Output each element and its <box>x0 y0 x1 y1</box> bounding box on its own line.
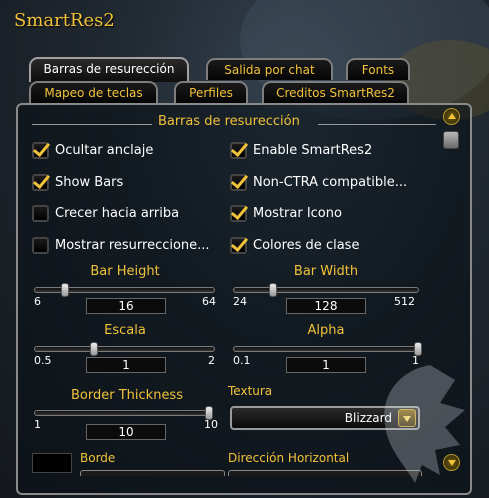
wolf-crest-icon <box>384 365 465 483</box>
slider-label-bar-width: Bar Width <box>293 264 359 279</box>
checkbox-enable-smartres2[interactable]: Enable SmartRes2 <box>230 142 372 159</box>
border-color-swatch[interactable] <box>32 453 72 473</box>
checkbox-mostrar-icono[interactable]: Mostrar Icono <box>230 205 342 222</box>
slider-thumb[interactable] <box>90 342 99 356</box>
slider-value-input[interactable]: 1 <box>286 357 366 373</box>
border-dropdown[interactable] <box>80 470 225 476</box>
checkbox-crecer-hacia-arriba[interactable]: Crecer hacia arriba <box>32 205 179 222</box>
checkbox-mostrar-resurrecciones[interactable]: Mostrar resurreccione... <box>32 237 210 254</box>
slider-min: 0.1 <box>233 354 251 367</box>
section-title: Barras de resurección <box>158 114 300 129</box>
window-title: SmartRes2 <box>14 10 115 31</box>
slider-value-input[interactable]: 1 <box>86 357 166 373</box>
scroll-up-icon[interactable] <box>443 108 460 125</box>
slider-max: 512 <box>394 295 415 308</box>
slider-bar-height[interactable] <box>34 283 215 297</box>
checkbox-non-ctra-compatible[interactable]: Non-CTRA compatible... <box>230 174 407 191</box>
checkbox-colores-de-clase[interactable]: Colores de clase <box>230 237 359 254</box>
checkbox-label: Mostrar Icono <box>253 206 342 221</box>
slider-label-border-thickness: Border Thickness <box>71 388 183 403</box>
tab-perfiles[interactable]: Perfiles <box>174 81 248 103</box>
checkbox-box[interactable] <box>230 142 247 159</box>
checkbox-label: Enable SmartRes2 <box>253 143 373 158</box>
tab-barras-de-resureccion[interactable]: Barras de resurección <box>29 57 189 82</box>
slider-value-input[interactable]: 128 <box>286 298 366 314</box>
slider-max: 64 <box>202 295 216 308</box>
slider-thumb[interactable] <box>61 283 70 297</box>
slider-min: 0.5 <box>34 354 52 367</box>
slider-value-input[interactable]: 16 <box>86 298 166 314</box>
slider-thumb[interactable] <box>268 283 277 297</box>
slider-max: 10 <box>204 418 218 431</box>
tab-creditos-smartres2[interactable]: Creditos SmartRes2 <box>262 81 409 103</box>
checkbox-box[interactable] <box>230 174 247 191</box>
scrollbar-thumb[interactable] <box>443 131 459 149</box>
checkbox-box[interactable] <box>32 142 49 159</box>
checkbox-label: Colores de clase <box>253 238 360 253</box>
checkbox-box[interactable] <box>32 205 49 222</box>
checkbox-label: Show Bars <box>55 175 124 190</box>
slider-min: 1 <box>34 418 41 431</box>
section-divider-left <box>32 124 152 125</box>
texture-label: Textura <box>228 384 273 398</box>
section-divider-right <box>318 124 436 125</box>
checkbox-label: Mostrar resurreccione... <box>55 238 210 253</box>
slider-escala[interactable] <box>34 342 215 356</box>
tab-salida-por-chat[interactable]: Salida por chat <box>206 58 333 80</box>
slider-label-alpha: Alpha <box>307 323 345 338</box>
slider-label-escala: Escala <box>104 323 146 338</box>
checkbox-box[interactable] <box>230 205 247 222</box>
slider-alpha[interactable] <box>233 342 422 356</box>
border-label: Borde <box>80 451 116 465</box>
checkbox-show-bars[interactable]: Show Bars <box>32 174 123 191</box>
slider-min: 24 <box>233 295 247 308</box>
tab-mapeo-de-teclas[interactable]: Mapeo de teclas <box>29 81 158 103</box>
slider-label-bar-height: Bar Height <box>90 264 160 279</box>
slider-max: 2 <box>208 354 215 367</box>
slider-value-input[interactable]: 10 <box>86 424 166 440</box>
checkbox-box[interactable] <box>32 174 49 191</box>
checkbox-label: Non-CTRA compatible... <box>253 175 408 190</box>
checkbox-box[interactable] <box>32 237 49 254</box>
tab-fonts[interactable]: Fonts <box>346 58 410 80</box>
direction-label: Dirección Horizontal <box>228 451 350 465</box>
slider-min: 6 <box>34 295 41 308</box>
addon-options-window: SmartRes2 Barras de resurección Salida p… <box>0 0 489 498</box>
checkbox-box[interactable] <box>230 237 247 254</box>
checkbox-label: Crecer hacia arriba <box>55 206 180 221</box>
slider-border-thickness[interactable] <box>34 406 213 420</box>
slider-bar-width[interactable] <box>233 283 419 297</box>
checkbox-ocultar-anclaje[interactable]: Ocultar anclaje <box>32 142 153 159</box>
checkbox-label: Ocultar anclaje <box>55 143 154 158</box>
